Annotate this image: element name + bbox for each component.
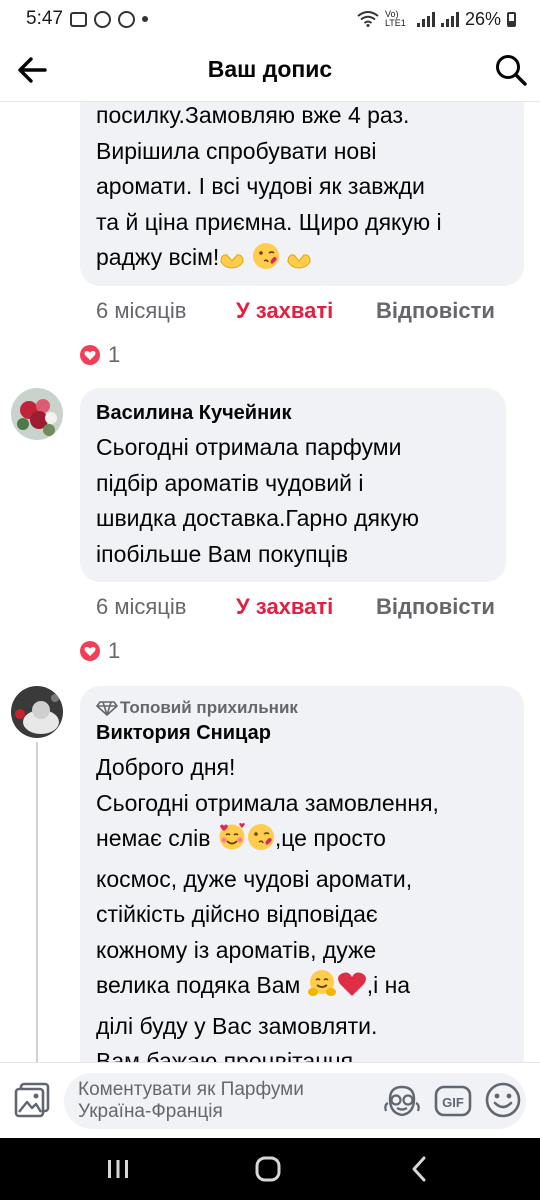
comment-time[interactable]: 6 місяців xyxy=(96,298,236,324)
comment-actions: 6 місяців У захваті Відповісти xyxy=(96,594,495,620)
hands-heart-emoji-2 xyxy=(286,245,312,281)
wifi-icon xyxy=(357,11,379,27)
comment-line: велика подяка Вам ,і на xyxy=(96,968,508,1009)
back-arrow-icon[interactable] xyxy=(16,54,48,86)
viber-notification-icon-2 xyxy=(117,10,135,28)
app-header: Ваш допис xyxy=(0,38,540,102)
comment-line: немає слів ,це просто xyxy=(96,821,508,862)
comment-time[interactable]: 6 місяців xyxy=(96,594,236,620)
comment-line: ділі буду у Вас замовляти. xyxy=(96,1012,378,1039)
search-icon[interactable] xyxy=(494,53,528,87)
comment-line: Вам бажаю процвітання xyxy=(96,1048,354,1062)
reply-button[interactable]: Відповісти xyxy=(376,298,495,324)
svg-text:GIF: GIF xyxy=(442,1095,464,1110)
signal-icon xyxy=(416,11,435,27)
avatar-reaction-icon[interactable] xyxy=(382,1083,422,1119)
avatar[interactable] xyxy=(11,686,63,738)
comment-bubble[interactable]: посилку.Замовляю вже 4 раз. Вирішила спр… xyxy=(80,102,524,286)
comment-author[interactable]: Виктория Сницар xyxy=(96,720,508,746)
diamond-icon xyxy=(96,701,118,716)
reaction-count: 1 xyxy=(108,342,121,367)
red-heart-emoji xyxy=(337,970,367,1009)
heart-icon xyxy=(80,345,100,365)
gif-icon[interactable]: GIF xyxy=(434,1083,472,1119)
network-type-label: Vo) LTE1 xyxy=(384,9,406,28)
comment-text: Доброго дня! Сьогодні отримала замовленн… xyxy=(96,750,508,1062)
comments-list: посилку.Замовляю вже 4 раз. Вирішила спр… xyxy=(0,102,540,1062)
gallery-notification-icon xyxy=(69,11,87,27)
comment-line: Доброго дня! xyxy=(96,754,236,780)
badge-label: Топовий прихильник xyxy=(120,698,298,717)
kiss-emoji xyxy=(252,242,280,281)
smiling-hearts-emoji xyxy=(217,821,247,862)
comment-line: кожному із ароматів, дуже xyxy=(96,936,377,963)
status-time: 5:47 xyxy=(26,8,63,29)
viber-notification-icon xyxy=(93,10,111,28)
top-fan-badge: Топовий прихильник xyxy=(96,698,508,718)
comment-bubble[interactable]: Василина Кучейник Сьогодні отримала парф… xyxy=(80,388,506,582)
status-bar-left: 5:47 xyxy=(26,8,148,30)
kiss-emoji xyxy=(247,823,275,862)
reaction-count: 1 xyxy=(108,638,121,663)
comment-composer: Коментувати як Парфуми Україна-Франція G… xyxy=(0,1062,540,1138)
photo-icon[interactable] xyxy=(12,1080,52,1120)
battery-icon xyxy=(507,11,516,27)
reply-button[interactable]: Відповісти xyxy=(376,594,495,620)
hands-heart-emoji xyxy=(219,245,245,281)
hugging-emoji xyxy=(307,968,337,1009)
recent-apps-icon[interactable] xyxy=(98,1152,138,1186)
avatar[interactable] xyxy=(11,388,63,440)
status-bar: 5:47 Vo) LTE1 26% xyxy=(0,0,540,38)
reaction-summary[interactable]: 1 xyxy=(80,638,120,664)
screen: 5:47 Vo) LTE1 26% Ваш допис посилку.Замо… xyxy=(0,0,540,1200)
reaction-button[interactable]: У захваті xyxy=(236,298,376,324)
more-notifications-icon xyxy=(141,16,148,22)
back-nav-icon[interactable] xyxy=(400,1152,440,1186)
comment-author[interactable]: Василина Кучейник xyxy=(96,400,490,426)
home-icon[interactable] xyxy=(248,1152,288,1186)
comment-line: стійкість дійсно відповідає xyxy=(96,901,378,927)
reaction-summary[interactable]: 1 xyxy=(80,342,120,368)
system-nav-bar xyxy=(0,1138,540,1200)
comment-text: Сьогодні отримала парфуми підбір ароматі… xyxy=(96,434,420,567)
page-title: Ваш допис xyxy=(207,56,333,82)
comment-actions: 6 місяців У захваті Відповісти xyxy=(96,298,495,324)
comment-bubble[interactable]: Топовий прихильник Виктория Сницар Добро… xyxy=(80,686,524,1062)
comment-line: космос, дуже чудові аромати, xyxy=(96,865,413,892)
comment-text: посилку.Замовляю вже 4 раз. Вирішила спр… xyxy=(96,102,508,281)
status-bar-right: Vo) LTE1 26% xyxy=(357,9,516,30)
comment-placeholder: Коментувати як Парфуми Україна-Франція xyxy=(78,1079,304,1122)
comment-input[interactable]: Коментувати як Парфуми Україна-Франція G… xyxy=(64,1073,526,1129)
comment-line: Сьогодні отримала замовлення, xyxy=(96,789,439,816)
smile-icon[interactable] xyxy=(484,1081,522,1119)
thread-line xyxy=(36,742,38,1062)
signal-icon-2 xyxy=(440,11,459,27)
reaction-button[interactable]: У захваті xyxy=(236,594,376,620)
battery-percent: 26% xyxy=(464,8,501,29)
heart-icon xyxy=(80,641,100,661)
